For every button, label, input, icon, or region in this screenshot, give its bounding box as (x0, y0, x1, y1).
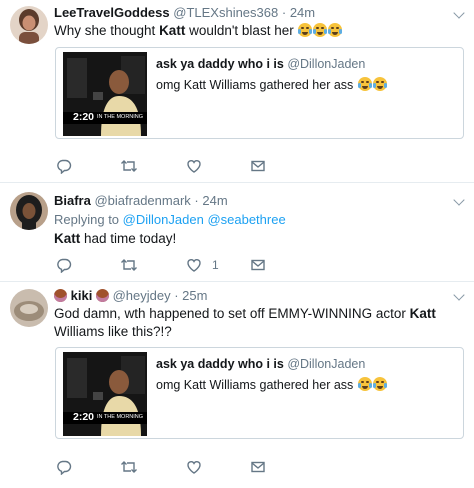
display-name[interactable]: Biafra (54, 193, 91, 208)
envelope-icon[interactable] (250, 256, 266, 274)
quoted-tweet-text: omg Katt Williams gathered her ass (156, 377, 387, 392)
crying-emoji (357, 377, 372, 391)
retweet-icon[interactable] (120, 157, 138, 175)
tweet-actions: 1 (56, 256, 296, 274)
heart-icon[interactable] (186, 157, 212, 175)
display-name[interactable]: LeeTravelGoddess (54, 5, 170, 20)
mention-link[interactable]: @DillonJaden (123, 212, 204, 227)
crying-laughing-emoji (313, 23, 328, 37)
retweet-icon[interactable] (120, 458, 138, 476)
quoted-user-handle[interactable]: @DillonJaden (287, 57, 365, 71)
tweet-actions (56, 458, 296, 476)
envelope-icon[interactable] (250, 458, 266, 476)
tweet[interactable]: Biafra @biafradenmark · 24m Replying to … (0, 183, 474, 282)
video-caption: IN THE MORNING (97, 414, 144, 420)
crying-laughing-emoji (328, 23, 343, 37)
reply-icon[interactable] (56, 157, 72, 175)
woman-emoji (54, 289, 67, 302)
reply-icon[interactable] (56, 256, 72, 274)
like-count: 1 (212, 258, 219, 272)
mention-link[interactable]: @seabethree (207, 212, 285, 227)
chevron-down-icon[interactable] (453, 289, 465, 301)
quoted-user-handle[interactable]: @DillonJaden (287, 357, 365, 371)
timestamp[interactable]: 24m (202, 193, 227, 208)
separator: · (281, 5, 287, 20)
separator: · (174, 288, 179, 303)
avatar[interactable] (10, 289, 48, 327)
woman-emoji (95, 289, 109, 302)
reply-icon[interactable] (56, 458, 72, 476)
crying-laughing-emoji (298, 23, 313, 37)
quoted-tweet-text: omg Katt Williams gathered her ass (156, 77, 387, 92)
video-caption: IN THE MORNING (97, 114, 144, 120)
tweet-text: Katt had time today! (54, 231, 177, 246)
crying-laughing-emoji (372, 377, 387, 391)
avatar[interactable] (10, 6, 48, 44)
quoted-display-name[interactable]: ask ya daddy who i is (156, 57, 284, 71)
avatar[interactable] (10, 192, 48, 230)
video-duration: 2:20 (73, 411, 95, 423)
display-name[interactable]: kiki (71, 288, 93, 303)
quoted-tweet[interactable]: 2:20 IN THE MORNING ask ya daddy who i i… (55, 347, 464, 439)
crying-laughing-emoji (372, 77, 387, 91)
timestamp[interactable]: 24m (290, 5, 315, 20)
crying-emoji (357, 77, 372, 91)
user-handle[interactable]: @heyjdey (113, 288, 171, 303)
envelope-icon[interactable] (250, 157, 266, 175)
user-handle[interactable]: @biafradenmark (94, 193, 190, 208)
tweet-actions (56, 157, 296, 175)
quoted-display-name[interactable]: ask ya daddy who i is (156, 357, 284, 371)
tweet[interactable]: LeeTravelGoddess @TLEXshines368 · 24m Wh… (0, 0, 474, 183)
video-thumbnail[interactable]: 2:20 IN THE MORNING (63, 52, 147, 136)
heart-icon[interactable]: 1 (186, 256, 219, 274)
retweet-icon[interactable] (120, 256, 138, 274)
chevron-down-icon[interactable] (453, 7, 465, 19)
video-duration: 2:20 (73, 111, 95, 123)
user-handle[interactable]: @TLEXshines368 (173, 5, 278, 20)
quoted-tweet[interactable]: 2:20 IN THE MORNING ask ya daddy who i i… (55, 47, 464, 139)
separator: · (194, 193, 199, 208)
heart-icon[interactable] (186, 458, 212, 476)
replying-to: Replying to @DillonJaden @seabethree (54, 212, 286, 227)
tweet-text: Why she thought Katt wouldn't blast her (54, 22, 343, 40)
chevron-down-icon[interactable] (453, 194, 465, 206)
video-thumbnail[interactable]: 2:20 IN THE MORNING (63, 352, 147, 436)
tweet-text: God damn, wth happened to set off EMMY-W… (54, 306, 436, 339)
tweet[interactable]: kiki @heyjdey · 25m God damn, wth happen… (0, 282, 474, 488)
timestamp[interactable]: 25m (182, 288, 207, 303)
